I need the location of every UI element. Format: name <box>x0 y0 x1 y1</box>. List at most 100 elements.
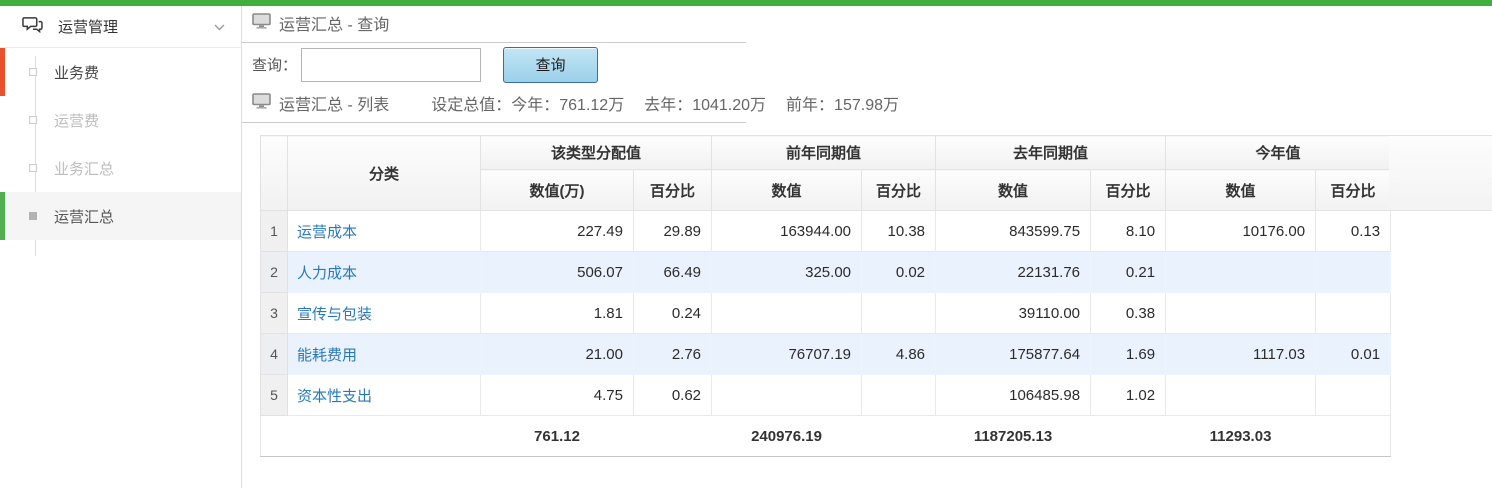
totals-blank <box>862 416 936 457</box>
value-cell <box>712 293 862 334</box>
table-row: 3 宣传与包装 1.81 0.24 39110.00 0.38 <box>261 293 1391 334</box>
percent-cell: 29.89 <box>634 211 712 252</box>
chevron-down-icon[interactable] <box>214 18 225 36</box>
category-link[interactable]: 宣传与包装 <box>297 306 372 323</box>
percent-cell: 10.38 <box>862 211 936 252</box>
query-field-label: 查询： <box>252 54 297 75</box>
totals-blank <box>1316 416 1391 457</box>
sub-header-percent: 百分比 <box>1091 170 1166 211</box>
monitor-icon <box>252 13 271 34</box>
sub-header-percent: 百分比 <box>634 170 712 211</box>
sidebar-item-label: 运营汇总 <box>0 206 114 227</box>
percent-cell <box>1316 252 1391 293</box>
sidebar-item-label: 业务汇总 <box>0 158 114 179</box>
table-row: 1 运营成本 227.49 29.89 163944.00 10.38 8435… <box>261 211 1391 252</box>
row-number: 1 <box>261 211 288 252</box>
percent-cell: 66.49 <box>634 252 712 293</box>
tree-node-icon <box>29 212 37 220</box>
sidebar-menu-operations[interactable]: 运营管理 <box>0 6 241 48</box>
value-cell <box>1166 375 1316 416</box>
category-cell: 能耗费用 <box>288 334 481 375</box>
query-form: 查询： 查询 <box>242 43 1492 86</box>
value-cell: 506.07 <box>481 252 634 293</box>
value-cell: 4.75 <box>481 375 634 416</box>
percent-cell: 4.86 <box>862 334 936 375</box>
category-cell: 资本性支出 <box>288 375 481 416</box>
totals-summary: 设定总值：今年：761.12万去年：1041.20万前年：157.98万 <box>431 91 919 115</box>
percent-cell <box>862 375 936 416</box>
value-cell: 227.49 <box>481 211 634 252</box>
percent-cell: 0.24 <box>634 293 712 334</box>
category-column-header: 分类 <box>288 136 481 211</box>
total-year-before: 240976.19 <box>712 416 862 457</box>
row-number: 2 <box>261 252 288 293</box>
category-cell: 人力成本 <box>288 252 481 293</box>
value-cell: 106485.98 <box>936 375 1091 416</box>
group-header-last-year: 去年同期值 <box>936 136 1166 170</box>
query-panel-header: 运营汇总 - 查询 <box>242 6 746 43</box>
sidebar-item-operations-summary[interactable]: 运营汇总 <box>0 192 241 240</box>
value-cell: 175877.64 <box>936 334 1091 375</box>
category-link[interactable]: 资本性支出 <box>297 388 372 405</box>
table-header-spacer <box>1389 135 1492 211</box>
summary-label: 设定总值： <box>431 97 511 114</box>
percent-cell: 0.13 <box>1316 211 1391 252</box>
table-row: 5 资本性支出 4.75 0.62 106485.98 1.02 <box>261 375 1391 416</box>
total-allocated: 761.12 <box>481 416 634 457</box>
sidebar-item-operations-fee[interactable]: 运营费 <box>0 96 241 144</box>
sidebar-item-business-summary[interactable]: 业务汇总 <box>0 144 241 192</box>
value-cell: 21.00 <box>481 334 634 375</box>
query-button[interactable]: 查询 <box>503 47 598 83</box>
sub-header-value: 数值(万) <box>481 170 634 211</box>
category-link[interactable]: 运营成本 <box>297 224 357 241</box>
totals-row: 761.12 240976.19 1187205.13 11293.03 <box>261 416 1391 457</box>
percent-cell: 0.21 <box>1091 252 1166 293</box>
group-header-year-before: 前年同期值 <box>712 136 936 170</box>
value-cell: 163944.00 <box>712 211 862 252</box>
corner-header-cell <box>261 136 288 211</box>
value-cell: 76707.19 <box>712 334 862 375</box>
value-cell: 1.81 <box>481 293 634 334</box>
list-panel-title: 运营汇总 - 列表 <box>279 91 389 115</box>
main-content: 运营汇总 - 查询 查询： 查询 运营汇总 - 列表 设定总值：今年：761.1… <box>242 6 1492 488</box>
percent-cell: 0.62 <box>634 375 712 416</box>
category-cell: 宣传与包装 <box>288 293 481 334</box>
row-number: 3 <box>261 293 288 334</box>
percent-cell: 0.38 <box>1091 293 1166 334</box>
table-row: 2 人力成本 506.07 66.49 325.00 0.02 22131.76… <box>261 252 1391 293</box>
percent-cell: 0.02 <box>862 252 936 293</box>
summary-last-year: 去年：1041.20万 <box>644 97 766 114</box>
chat-bubbles-icon <box>22 16 43 38</box>
percent-cell: 1.02 <box>1091 375 1166 416</box>
sidebar-item-business-fee[interactable]: 业务费 <box>0 48 241 96</box>
group-header-allocated: 该类型分配值 <box>481 136 712 170</box>
value-cell: 10176.00 <box>1166 211 1316 252</box>
value-cell <box>712 375 862 416</box>
percent-cell <box>1316 375 1391 416</box>
percent-cell: 0.01 <box>1316 334 1391 375</box>
percent-cell: 1.69 <box>1091 334 1166 375</box>
list-panel-header: 运营汇总 - 列表 设定总值：今年：761.12万去年：1041.20万前年：1… <box>242 86 746 123</box>
category-link[interactable]: 能耗费用 <box>297 347 357 364</box>
query-input[interactable] <box>301 48 481 82</box>
tree-node-icon <box>29 68 37 76</box>
summary-table-wrapper: 分类 该类型分配值 前年同期值 去年同期值 今年值 数值(万) 百分比 数值 百… <box>260 135 1390 457</box>
monitor-icon <box>252 93 271 114</box>
tree-node-icon <box>29 116 37 124</box>
group-header-this-year: 今年值 <box>1166 136 1391 170</box>
totals-blank <box>1091 416 1166 457</box>
sub-header-percent: 百分比 <box>862 170 936 211</box>
sub-header-value: 数值 <box>1166 170 1316 211</box>
value-cell: 843599.75 <box>936 211 1091 252</box>
total-this-year: 11293.03 <box>1166 416 1316 457</box>
totals-blank <box>261 416 481 457</box>
query-panel-title: 运营汇总 - 查询 <box>279 11 389 35</box>
sub-header-value: 数值 <box>712 170 862 211</box>
summary-table: 分类 该类型分配值 前年同期值 去年同期值 今年值 数值(万) 百分比 数值 百… <box>260 135 1391 457</box>
sidebar: 运营管理 业务费 运营费 业务汇总 运营汇总 <box>0 6 242 488</box>
value-cell <box>1166 293 1316 334</box>
category-link[interactable]: 人力成本 <box>297 265 357 282</box>
percent-cell: 2.76 <box>634 334 712 375</box>
row-number: 4 <box>261 334 288 375</box>
sub-header-value: 数值 <box>936 170 1091 211</box>
